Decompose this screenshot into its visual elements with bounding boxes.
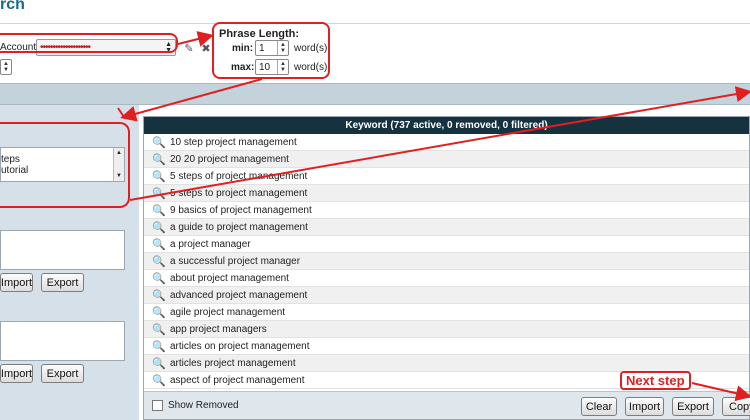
arrow-line [129,86,750,201]
arrow-line [120,78,263,122]
arrow-line [177,31,214,47]
arrow-line [691,382,750,402]
annotation-arrows [117,31,750,402]
arrow-line [117,107,125,118]
